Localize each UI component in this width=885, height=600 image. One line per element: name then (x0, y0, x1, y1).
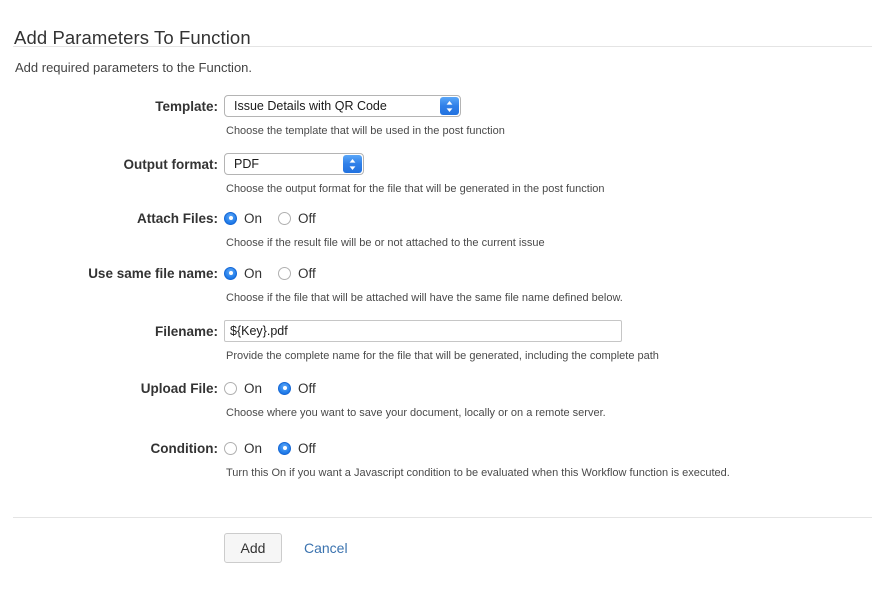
field-row-upload-file: Upload File: On Off Choose where you wan… (0, 375, 885, 435)
chevron-updown-icon[interactable] (343, 155, 362, 173)
field-row-use-same-file-name: Use same file name: On Off Choose if the… (0, 260, 885, 317)
label-template: Template: (0, 99, 218, 114)
label-upload-file: Upload File: (0, 381, 218, 396)
condition-on-label: On (244, 441, 262, 456)
condition-off-label: Off (298, 441, 316, 456)
upload-file-off-label: Off (298, 381, 316, 396)
control-condition: On Off (224, 438, 316, 458)
radio-selected-icon (224, 212, 237, 225)
use-same-file-name-off-label: Off (298, 266, 316, 281)
label-output-format: Output format: (0, 157, 218, 172)
use-same-file-name-radio-group: On Off (224, 263, 316, 283)
filename-input[interactable] (224, 320, 622, 342)
upload-file-radio-on[interactable]: On (224, 381, 262, 396)
upload-file-on-label: On (244, 381, 262, 396)
control-use-same-file-name: On Off (224, 263, 316, 283)
label-attach-files: Attach Files: (0, 211, 218, 226)
condition-radio-off[interactable]: Off (278, 441, 316, 456)
control-attach-files: On Off (224, 208, 316, 228)
control-output-format: PDF (224, 153, 364, 175)
template-select-value: Issue Details with QR Code (225, 96, 440, 116)
chevron-updown-icon[interactable] (440, 97, 459, 115)
intro-description: Add required parameters to the Function. (15, 60, 252, 75)
field-row-output-format: Output format: PDF Choose the output for… (0, 150, 885, 205)
radio-unselected-icon (224, 382, 237, 395)
label-use-same-file-name: Use same file name: (0, 266, 218, 281)
parameters-form: Template: Issue Details with QR Code Cho… (0, 92, 885, 490)
condition-radio-group: On Off (224, 438, 316, 458)
help-attach-files: Choose if the result file will be or not… (226, 237, 545, 249)
control-filename (224, 320, 622, 342)
field-row-attach-files: Attach Files: On Off Choose if the resul… (0, 205, 885, 260)
cancel-link[interactable]: Cancel (304, 540, 348, 556)
footer-actions: Add Cancel (224, 533, 348, 563)
use-same-file-name-radio-off[interactable]: Off (278, 266, 316, 281)
attach-files-radio-on[interactable]: On (224, 211, 262, 226)
output-format-select[interactable]: PDF (224, 153, 364, 175)
output-format-select-value: PDF (225, 154, 343, 174)
use-same-file-name-radio-on[interactable]: On (224, 266, 262, 281)
attach-files-radio-group: On Off (224, 208, 316, 228)
radio-unselected-icon (224, 442, 237, 455)
condition-radio-on[interactable]: On (224, 441, 262, 456)
help-condition: Turn this On if you want a Javascript co… (226, 467, 730, 479)
help-upload-file: Choose where you want to save your docum… (226, 407, 606, 419)
field-row-condition: Condition: On Off Turn this On if you wa… (0, 435, 885, 490)
control-upload-file: On Off (224, 378, 316, 398)
label-filename: Filename: (0, 324, 218, 339)
control-template: Issue Details with QR Code (224, 95, 461, 117)
help-output-format: Choose the output format for the file th… (226, 183, 605, 195)
radio-unselected-icon (278, 267, 291, 280)
add-parameters-page: Add Parameters To Function Add required … (0, 0, 885, 600)
upload-file-radio-group: On Off (224, 378, 316, 398)
radio-unselected-icon (278, 212, 291, 225)
use-same-file-name-on-label: On (244, 266, 262, 281)
template-select[interactable]: Issue Details with QR Code (224, 95, 461, 117)
upload-file-radio-off[interactable]: Off (278, 381, 316, 396)
help-use-same-file-name: Choose if the file that will be attached… (226, 292, 623, 304)
label-condition: Condition: (0, 441, 218, 456)
field-row-template: Template: Issue Details with QR Code Cho… (0, 92, 885, 150)
radio-selected-icon (224, 267, 237, 280)
attach-files-off-label: Off (298, 211, 316, 226)
attach-files-radio-off[interactable]: Off (278, 211, 316, 226)
help-template: Choose the template that will be used in… (226, 125, 505, 137)
field-row-filename: Filename: Provide the complete name for … (0, 317, 885, 375)
title-divider (13, 46, 872, 47)
help-filename: Provide the complete name for the file t… (226, 350, 659, 362)
footer-divider (13, 517, 872, 518)
add-button[interactable]: Add (224, 533, 282, 563)
radio-selected-icon (278, 442, 291, 455)
attach-files-on-label: On (244, 211, 262, 226)
radio-selected-icon (278, 382, 291, 395)
